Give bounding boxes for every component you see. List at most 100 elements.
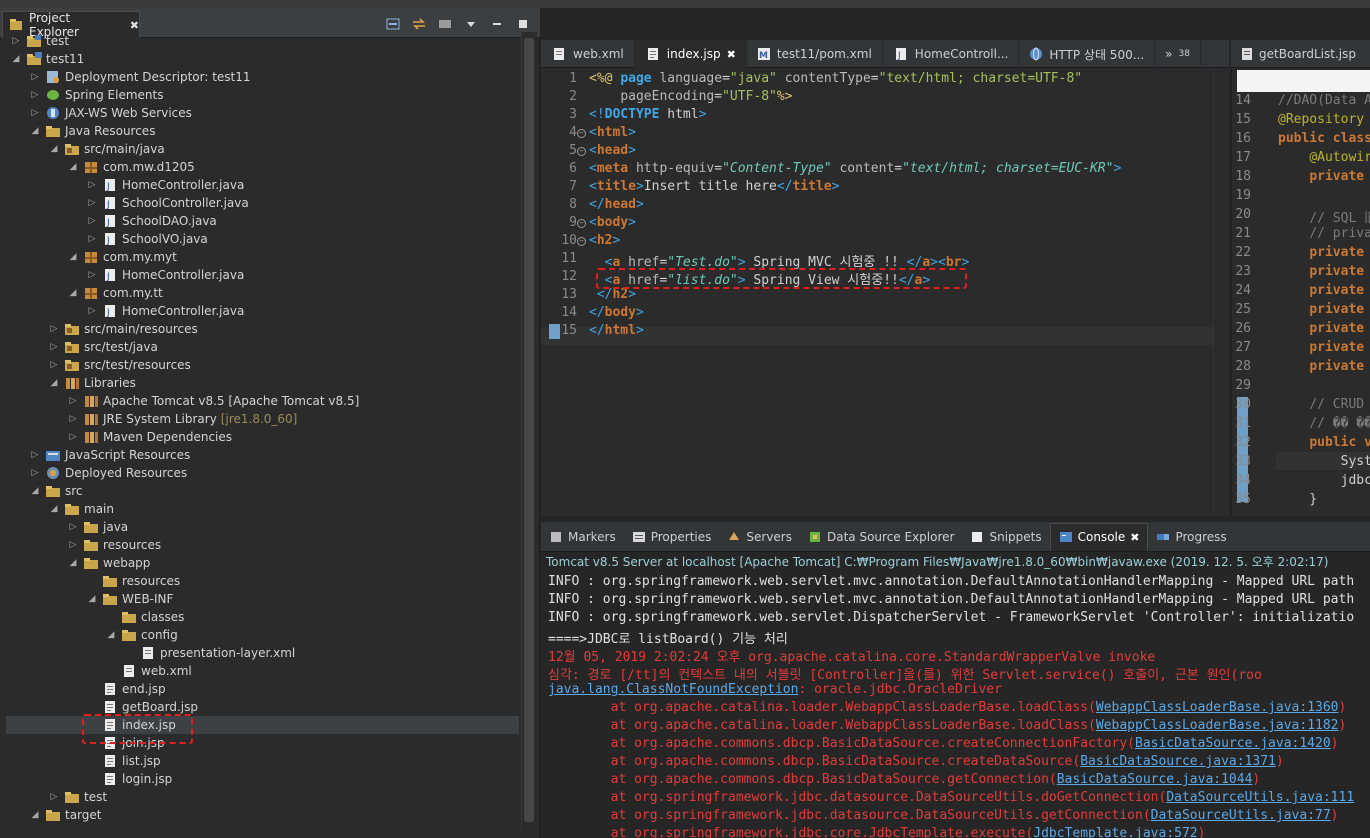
collapsed-arrow-icon[interactable]: ▷ [86,269,98,281]
tab-overflow-button[interactable]: » 38 [1155,40,1201,68]
collapsed-arrow-icon[interactable]: ▷ [67,395,79,407]
tree-item[interactable]: login.jsp [86,770,172,788]
tree-item[interactable]: ▷ test [48,788,108,806]
view-menu-icon[interactable] [462,16,480,32]
tree-item[interactable]: ▷ Apache Tomcat v8.5 [Apache Tomcat v8.5] [67,392,360,410]
collapsed-arrow-icon[interactable]: ▷ [29,71,41,83]
tree-item[interactable]: ▷ Deployed Resources [29,464,188,482]
tree-item[interactable]: ▷ Maven Dependencies [67,428,232,446]
tree-item[interactable]: ◢ main [48,500,114,518]
tree-item[interactable]: ◢ test11 [10,50,84,68]
collapsed-arrow-icon[interactable]: ▷ [29,107,41,119]
tree-item[interactable]: ◢ WEB-INF [86,590,174,608]
tree-item[interactable]: ◢ com.mw.d1205 [67,158,195,176]
console-view-tab[interactable]: Console ✖ [1049,522,1149,551]
collapsed-arrow-icon[interactable]: ▷ [67,521,79,533]
tree-item[interactable]: ▷ src/test/resources [48,356,191,374]
expanded-arrow-icon[interactable]: ◢ [48,503,60,515]
code-editor[interactable]: 1 <%@ page language="java" contentType="t… [541,68,1229,516]
collapsed-arrow-icon[interactable]: ▷ [29,449,41,461]
close-icon[interactable]: ✖ [130,19,139,32]
tree-item[interactable]: list.jsp [86,752,161,770]
console-view-tab[interactable]: Markers [541,523,624,551]
collapsed-arrow-icon[interactable]: ▷ [48,359,60,371]
collapsed-arrow-icon[interactable]: ▷ [29,467,41,479]
console-view-tab[interactable]: Snippets [962,523,1049,551]
console-view-tab[interactable]: Data Source Explorer [800,523,962,551]
close-icon[interactable]: ✖ [1130,531,1139,544]
collapsed-arrow-icon[interactable]: ▷ [67,431,79,443]
tree-item[interactable]: ▷ JRE System Library [jre1.8.0_60] [67,410,298,428]
expanded-arrow-icon[interactable]: ◢ [67,287,79,299]
editor-tab[interactable]: HTTP 상태 500... [1019,40,1156,68]
tree-item[interactable]: ◢ Libraries [48,374,136,392]
collapsed-arrow-icon[interactable]: ▷ [48,341,60,353]
console-view-tab[interactable]: Properties [624,523,720,551]
right-code-editor[interactable]: 14 //DAO(Data A 15 @Repository 16 public clas… [1231,92,1370,516]
editor-tab[interactable]: Mtest11/pom.xml [747,40,883,68]
tree-item[interactable]: ▷ Deployment Descriptor: test11 [29,68,251,86]
fold-toggle-icon[interactable]: − [577,129,586,138]
expanded-arrow-icon[interactable]: ◢ [105,629,117,641]
collapsed-arrow-icon[interactable]: ▷ [86,305,98,317]
tree-item[interactable]: ◢ Java Resources [29,122,156,140]
tree-item[interactable]: ◢ config [105,626,178,644]
expanded-arrow-icon[interactable]: ◢ [10,53,22,65]
link-with-editor-icon[interactable] [410,16,428,32]
expanded-arrow-icon[interactable]: ◢ [29,485,41,497]
collapsed-arrow-icon[interactable]: ▷ [48,323,60,335]
tree-item[interactable]: ▷ J HomeController.java [86,302,245,320]
tree-item[interactable]: ▷ resources [67,536,162,554]
collapsed-arrow-icon[interactable]: ▷ [29,89,41,101]
tree-item[interactable]: ▷ J HomeController.java [86,266,245,284]
collapsed-arrow-icon[interactable]: ▷ [86,197,98,209]
collapse-all-icon[interactable] [384,16,402,32]
tree-item[interactable]: ▷ src/main/resources [48,320,198,338]
expanded-arrow-icon[interactable]: ◢ [67,161,79,173]
tree-item[interactable]: ◢ webapp [67,554,151,572]
tree-item[interactable]: ▷ J SchoolDAO.java [86,212,217,230]
fold-toggle-icon[interactable]: − [577,237,586,246]
minimize-icon[interactable] [488,16,506,32]
expanded-arrow-icon[interactable]: ◢ [48,377,60,389]
collapsed-arrow-icon[interactable]: ▷ [10,35,22,47]
filters-icon[interactable] [436,16,454,32]
tree-item[interactable]: ◢ com.my.myt [67,248,177,266]
tree-item[interactable]: ◢ src [29,482,83,500]
fold-toggle-icon[interactable]: − [577,147,586,156]
expanded-arrow-icon[interactable]: ◢ [86,593,98,605]
tree-item[interactable]: web.xml [105,662,192,680]
project-tree-scroll-thumb[interactable] [524,38,534,822]
console-view-tab[interactable]: Progress [1148,523,1234,551]
editor-tab[interactable]: index.jsp ✖ [634,40,747,68]
collapsed-arrow-icon[interactable]: ▷ [86,179,98,191]
tree-item[interactable]: ▷ Spring Elements [29,86,164,104]
expanded-arrow-icon[interactable]: ◢ [67,557,79,569]
expanded-arrow-icon[interactable]: ◢ [48,143,60,155]
fold-toggle-icon[interactable]: − [577,219,586,228]
collapsed-arrow-icon[interactable]: ▷ [67,539,79,551]
tree-item[interactable]: ▷ src/test/java [48,338,158,356]
editor-tab[interactable]: J HomeControll... [883,40,1020,68]
tree-item[interactable]: ▷ test [10,32,70,50]
tree-item[interactable]: ▷ J SchoolController.java [86,194,249,212]
close-icon[interactable]: ✖ [727,48,736,61]
tree-item[interactable]: ▷ JAX-WS Web Services [29,104,192,122]
tree-item[interactable]: ▷ java [67,518,129,536]
editor-scrollbar[interactable] [1213,68,1229,516]
expanded-arrow-icon[interactable]: ◢ [67,251,79,263]
tree-item[interactable]: ▷ J SchoolVO.java [86,230,208,248]
maximize-icon[interactable] [514,16,532,32]
tree-item[interactable]: ◢ src/main/java [48,140,165,158]
collapsed-arrow-icon[interactable]: ▷ [48,791,60,803]
tree-item[interactable]: end.jsp [86,680,166,698]
console-view-tab[interactable]: Servers [719,523,800,551]
tree-item[interactable]: ▷ JavaScript Resources [29,446,191,464]
tree-item[interactable]: resources [86,572,180,590]
tree-item[interactable]: ▷ J HomeController.java [86,176,245,194]
tree-item[interactable]: ◢ target [29,806,102,824]
expanded-arrow-icon[interactable]: ◢ [29,809,41,821]
tree-item[interactable]: presentation-layer.xml [124,644,295,662]
expanded-arrow-icon[interactable]: ◢ [29,125,41,137]
editor-tab[interactable]: web.xml [541,40,635,68]
